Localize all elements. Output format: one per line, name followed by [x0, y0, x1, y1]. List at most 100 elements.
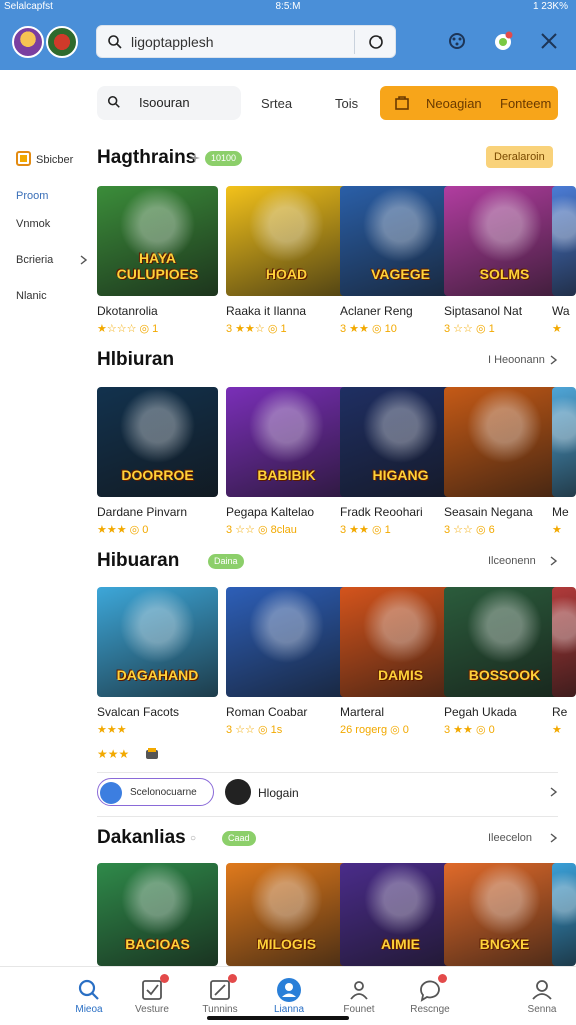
filter-search[interactable]: Isoouran — [97, 86, 241, 120]
game-title: Marteral — [340, 705, 385, 719]
sidebar-item-1[interactable]: Proom — [16, 190, 48, 202]
game-title: Aclaner Reng — [340, 304, 413, 318]
game-title: Dardane Pinvarn — [97, 505, 188, 519]
nav-label: Rescnge — [410, 1004, 450, 1015]
game-thumbnail[interactable] — [552, 587, 576, 697]
game-rating: ★★★ — [97, 724, 127, 736]
game-art-title: BNGXE — [479, 936, 530, 952]
bag-icon — [395, 96, 409, 110]
chevron-right-icon[interactable] — [550, 833, 558, 843]
game-art-title: VAGEGE — [371, 266, 430, 282]
sidebar-item-2[interactable]: Vnmok — [16, 218, 50, 230]
game-thumbnail[interactable] — [552, 387, 576, 497]
search-divider — [354, 30, 355, 54]
game-title: Raaka it Ilanna — [226, 304, 307, 318]
game-rating: 3 ★★☆ ◎ 1 — [226, 323, 287, 335]
game-thumbnail[interactable] — [552, 863, 576, 966]
close-icon[interactable] — [538, 30, 560, 52]
promo-button[interactable]: Neoagian Fonteem — [380, 86, 558, 120]
game-thumbnail[interactable]: AIMIE — [340, 863, 461, 966]
game-art-title: BOSSOOK — [468, 667, 541, 683]
sidebar-item-3[interactable]: Bcrieria — [16, 254, 53, 266]
game-thumbnail[interactable] — [444, 387, 565, 497]
section-pill-4: Caad — [222, 831, 256, 846]
nav-label: Founet — [343, 1004, 375, 1015]
game-thumbnail[interactable] — [552, 186, 576, 296]
section-title-1: Hagthrains — [97, 147, 197, 168]
tab-filter-1[interactable]: Srtea — [261, 96, 292, 111]
game-thumbnail[interactable]: DAMIS — [340, 587, 461, 697]
game-art-title: HAYA CULUPIOES — [116, 250, 199, 282]
chevron-right-icon[interactable] — [550, 355, 558, 365]
filter-search-label: Isoouran — [139, 95, 190, 110]
game-thumbnail[interactable]: MILOGIS — [226, 863, 347, 966]
nav-badge — [438, 974, 447, 983]
game-rating: 3 ☆☆ ◎ 8clau — [226, 524, 297, 536]
notification-icon[interactable] — [492, 30, 514, 52]
game-title: Re — [552, 705, 568, 719]
nav-badge — [228, 974, 237, 983]
game-thumbnail[interactable]: BNGXE — [444, 863, 565, 966]
tab-filter-2[interactable]: Tois — [335, 96, 358, 111]
nav-label: Lianna — [273, 1004, 305, 1015]
avatar[interactable] — [12, 26, 44, 58]
game-title: Me — [552, 505, 569, 519]
divider — [97, 772, 558, 773]
nav-item-5[interactable]: Rescnge — [390, 967, 470, 1025]
chip-2-avatar[interactable] — [225, 779, 251, 805]
game-title: Seasain Negana — [444, 505, 533, 519]
game-thumbnail[interactable]: SOLMS — [444, 186, 565, 296]
section-tag-1[interactable]: Deralaroin — [486, 146, 553, 168]
game-title: Fradk Reoohari — [340, 505, 423, 519]
sidebar-item-4[interactable]: Nlanic — [16, 290, 47, 302]
see-more-2[interactable]: I Heoonann — [488, 354, 545, 366]
see-more-4[interactable]: Ileecelon — [488, 832, 532, 844]
nav-label: Tunnins — [202, 1004, 238, 1015]
secondary-avatar[interactable] — [46, 26, 78, 58]
chevron-right-icon[interactable] — [550, 556, 558, 566]
search-input[interactable]: ligoptapplesh — [131, 34, 214, 50]
home-indicator — [207, 1016, 349, 1020]
game-art-title: BACIOAS — [125, 936, 190, 952]
refresh-icon[interactable] — [367, 33, 385, 51]
game-thumbnail[interactable]: BABIBIK — [226, 387, 347, 497]
section-sub-4: ○ — [190, 833, 197, 844]
see-more-3[interactable]: Ilceonenn — [488, 555, 536, 567]
divider — [97, 816, 558, 817]
game-thumbnail[interactable]: HAYA CULUPIOES — [97, 186, 218, 296]
search-icon — [107, 95, 120, 108]
game-art-title: BABIBIK — [257, 467, 316, 483]
nav-label: Senna — [527, 1004, 557, 1015]
game-art-title: DOORROE — [121, 467, 194, 483]
game-thumbnail[interactable]: BACIOAS — [97, 863, 218, 966]
game-thumbnail[interactable]: HOAD — [226, 186, 347, 296]
section-title-3: Hibuaran — [97, 550, 180, 571]
sidebar-item-0[interactable]: Sbicber — [36, 154, 73, 166]
game-thumbnail[interactable]: BOSSOOK — [444, 587, 565, 697]
search-bar[interactable]: ligoptapplesh — [96, 25, 396, 58]
badge-icon — [146, 748, 158, 759]
clock-text: 8:5:M — [275, 1, 301, 12]
chip-2-label[interactable]: Hlogain — [258, 786, 299, 800]
game-thumbnail[interactable] — [226, 587, 347, 697]
game-rating: 3 ☆☆ ◎ 1 — [444, 323, 495, 335]
chip-1[interactable]: Scelonocuarne — [97, 778, 214, 806]
game-thumbnail[interactable]: DOORROE — [97, 387, 218, 497]
profile-icon — [277, 978, 301, 1002]
game-rating: 3 ★★ ◎ 10 — [340, 323, 397, 335]
game-thumbnail[interactable]: VAGEGE — [340, 186, 461, 296]
game-title: Roman Coabar — [226, 705, 308, 719]
game-rating: ★ — [552, 724, 562, 736]
game-title: Dkotanrolia — [97, 304, 158, 318]
game-thumbnail[interactable]: HIGANG — [340, 387, 461, 497]
game-rating: 3 ☆☆ ◎ 1s — [226, 724, 283, 736]
chevron-right-icon — [80, 255, 87, 265]
nav-item-6[interactable]: Senna — [502, 967, 576, 1025]
search-icon — [108, 35, 122, 49]
game-art-title: SOLMS — [479, 266, 530, 282]
game-thumbnail[interactable]: DAGAHAND — [97, 587, 218, 697]
section-title-2: Hlbiuran — [97, 349, 175, 370]
chevron-right-icon[interactable] — [550, 787, 558, 797]
brain-icon[interactable] — [446, 30, 468, 52]
chip-1-label: Scelonocuarne — [130, 787, 197, 798]
